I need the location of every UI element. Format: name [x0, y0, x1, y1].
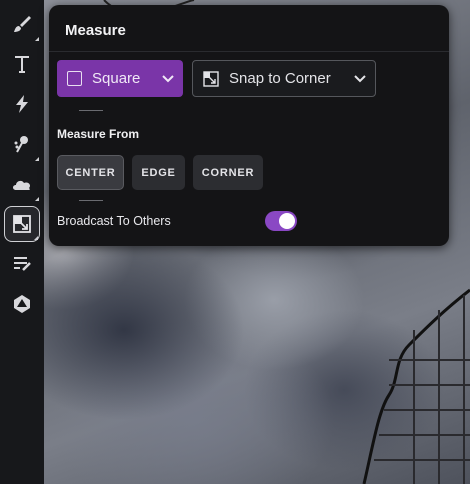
measure-panel: Measure Square Snap to Corner Measure Fr…	[49, 5, 449, 246]
cloud-icon	[13, 180, 31, 190]
submenu-indicator-icon	[34, 236, 38, 240]
snap-select-value: Snap to Corner	[229, 70, 331, 87]
snap-select[interactable]: Snap to Corner	[192, 60, 376, 97]
square-icon	[67, 71, 82, 86]
toggle-knob	[279, 213, 295, 229]
measure-from-label: Measure From	[57, 127, 140, 141]
text-icon	[15, 56, 29, 73]
measure-from-center-button[interactable]: CENTER	[57, 155, 124, 190]
measure-from-edge-button[interactable]: EDGE	[132, 155, 185, 190]
submenu-indicator-icon	[35, 197, 39, 201]
submenu-indicator-icon	[35, 37, 39, 41]
measure-tool[interactable]	[4, 206, 40, 242]
text-tool[interactable]	[4, 46, 40, 82]
brush-icon	[14, 16, 31, 32]
snap-corner-icon	[203, 70, 219, 87]
left-toolbar	[0, 0, 44, 484]
shape-select[interactable]: Square	[57, 60, 183, 97]
chevron-down-icon	[162, 74, 174, 82]
chevron-down-icon	[354, 74, 366, 82]
measure-icon	[13, 215, 31, 233]
divider	[79, 200, 103, 201]
lightning-icon	[16, 95, 28, 113]
measure-from-corner-button[interactable]: CORNER	[193, 155, 263, 190]
cloud-tool[interactable]	[4, 166, 40, 202]
panel-title: Measure	[65, 22, 126, 39]
divider	[49, 51, 449, 52]
brush-tool[interactable]	[4, 6, 40, 42]
submenu-indicator-icon	[35, 157, 39, 161]
notes-tool[interactable]	[4, 246, 40, 282]
broadcast-toggle[interactable]	[265, 211, 297, 231]
broadcast-label: Broadcast To Others	[57, 214, 171, 228]
dice-tool[interactable]	[4, 286, 40, 322]
lightning-tool[interactable]	[4, 86, 40, 122]
shape-select-value: Square	[92, 70, 141, 87]
notes-icon	[14, 257, 31, 271]
dice-icon	[14, 295, 30, 313]
pin-tool[interactable]	[4, 126, 40, 162]
pin-icon	[14, 136, 28, 153]
divider	[79, 110, 103, 111]
